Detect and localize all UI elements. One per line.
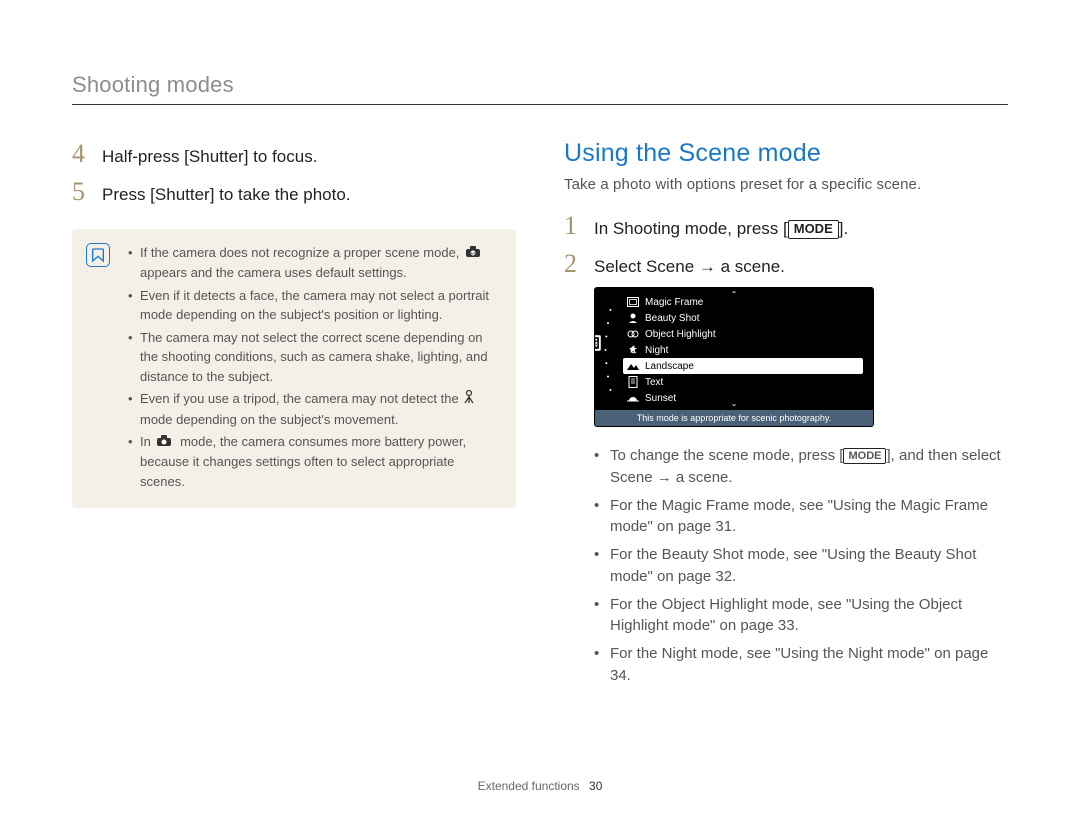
tip-text: For the Night mode, see "Using the Night… xyxy=(610,645,988,684)
step-text-pre: In Shooting mode, press [ xyxy=(594,219,788,238)
step-text: Select Scene → a scene. xyxy=(594,255,785,279)
mode-badge: MODE xyxy=(843,448,886,464)
scene-menu-screenshot: ⌃ SCENE Magic Frame xyxy=(594,287,874,427)
tip-item: For the Night mode, see "Using the Night… xyxy=(594,643,1008,687)
note-item: If the camera does not recognize a prope… xyxy=(128,243,498,283)
step-number: 4 xyxy=(72,139,102,169)
scene-item-magic-frame: Magic Frame xyxy=(627,294,863,310)
note-item: In mode, the camera consumes more batter… xyxy=(128,432,498,491)
tip-text-pre: To change the scene mode, press [ xyxy=(610,447,843,464)
right-column: Using the Scene mode Take a photo with o… xyxy=(564,139,1008,693)
scene-item-object-highlight: Object Highlight xyxy=(627,326,863,342)
note-text: In xyxy=(140,434,154,449)
note-text: If the camera does not recognize a prope… xyxy=(140,245,463,260)
section-heading: Using the Scene mode xyxy=(564,139,1008,168)
note-item: The camera may not select the correct sc… xyxy=(128,328,498,387)
note-icon xyxy=(86,243,110,267)
sunset-icon xyxy=(627,392,639,404)
note-box: If the camera does not recognize a prope… xyxy=(72,229,516,508)
step-1: 1 In Shooting mode, press [MODE]. xyxy=(564,211,1008,241)
footer-section: Extended functions xyxy=(478,779,580,793)
scene-item-night: Night xyxy=(627,342,863,358)
scene-list: ⌃ SCENE Magic Frame xyxy=(594,287,874,427)
scene-item-sunset: Sunset xyxy=(627,390,863,406)
note-text: Even if it detects a face, the camera ma… xyxy=(140,288,489,323)
beauty-shot-icon xyxy=(627,312,639,324)
note-text: The camera may not select the correct sc… xyxy=(140,330,488,384)
tip-item: For the Beauty Shot mode, see "Using the… xyxy=(594,544,1008,588)
page-header: Shooting modes xyxy=(72,72,1008,105)
note-item: Even if it detects a face, the camera ma… xyxy=(128,286,498,325)
section-subtext: Take a photo with options preset for a s… xyxy=(564,176,1008,193)
step-text: In Shooting mode, press [MODE]. xyxy=(594,217,848,241)
scene-label: Beauty Shot xyxy=(645,313,699,324)
text-icon xyxy=(627,376,639,388)
tip-text: For the Beauty Shot mode, see "Using the… xyxy=(610,546,976,585)
magic-frame-icon xyxy=(627,296,639,308)
object-highlight-icon xyxy=(627,328,639,340)
landscape-icon xyxy=(627,360,639,372)
tip-item: To change the scene mode, press [MODE], … xyxy=(594,445,1008,489)
arc-dots-icon xyxy=(603,294,613,404)
scene-label: Night xyxy=(645,345,668,356)
note-item: Even if you use a tripod, the camera may… xyxy=(128,389,498,429)
tip-list: To change the scene mode, press [MODE], … xyxy=(594,445,1008,687)
note-text: mode, the camera consumes more battery p… xyxy=(140,434,466,489)
scene-mode-badge: SCENE xyxy=(594,335,601,351)
step-text-post: ]. xyxy=(839,219,848,238)
step-text: Press [Shutter] to take the photo. xyxy=(102,183,351,207)
step-number: 5 xyxy=(72,177,102,207)
scene-label: Text xyxy=(645,377,663,388)
page-footer: Extended functions 30 xyxy=(0,779,1080,793)
tip-item: For the Magic Frame mode, see "Using the… xyxy=(594,495,1008,539)
step-2: 2 Select Scene → a scene. xyxy=(564,249,1008,279)
note-text: Even if you use a tripod, the camera may… xyxy=(140,391,462,406)
scene-label: Sunset xyxy=(645,393,676,404)
tip-text: For the Magic Frame mode, see "Using the… xyxy=(610,497,988,536)
left-column: 4 Half-press [Shutter] to focus. 5 Press… xyxy=(72,139,516,693)
scene-label: Landscape xyxy=(645,361,694,372)
step-5: 5 Press [Shutter] to take the photo. xyxy=(72,177,516,207)
scene-footer-hint: This mode is appropriate for scenic phot… xyxy=(595,410,873,426)
scene-item-landscape: Landscape xyxy=(623,358,863,374)
step-4: 4 Half-press [Shutter] to focus. xyxy=(72,139,516,169)
svg-text:SCENE: SCENE xyxy=(594,341,598,346)
night-icon xyxy=(627,344,639,356)
tip-item: For the Object Highlight mode, see "Usin… xyxy=(594,594,1008,638)
smart-auto-icon xyxy=(156,433,174,453)
scene-item-beauty-shot: Beauty Shot xyxy=(627,310,863,326)
note-text: mode depending on the subject's movement… xyxy=(140,412,398,427)
chevron-up-icon: ⌃ xyxy=(731,290,738,299)
scene-label: Magic Frame xyxy=(645,297,703,308)
step-number: 1 xyxy=(564,211,594,241)
mode-badge: MODE xyxy=(788,220,839,239)
tip-text: For the Object Highlight mode, see "Usin… xyxy=(610,596,962,635)
page-number: 30 xyxy=(589,779,602,793)
scene-label: Object Highlight xyxy=(645,329,716,340)
note-text: appears and the camera uses default sett… xyxy=(140,265,407,280)
chevron-down-icon: ⌄ xyxy=(731,399,738,408)
scene-item-text: Text xyxy=(627,374,863,390)
tripod-icon xyxy=(464,390,474,410)
smart-icon: SMART xyxy=(465,244,481,264)
content-columns: 4 Half-press [Shutter] to focus. 5 Press… xyxy=(72,139,1008,693)
svg-text:SMART: SMART xyxy=(468,251,479,255)
step-text: Half-press [Shutter] to focus. xyxy=(102,145,317,169)
step-number: 2 xyxy=(564,249,594,279)
